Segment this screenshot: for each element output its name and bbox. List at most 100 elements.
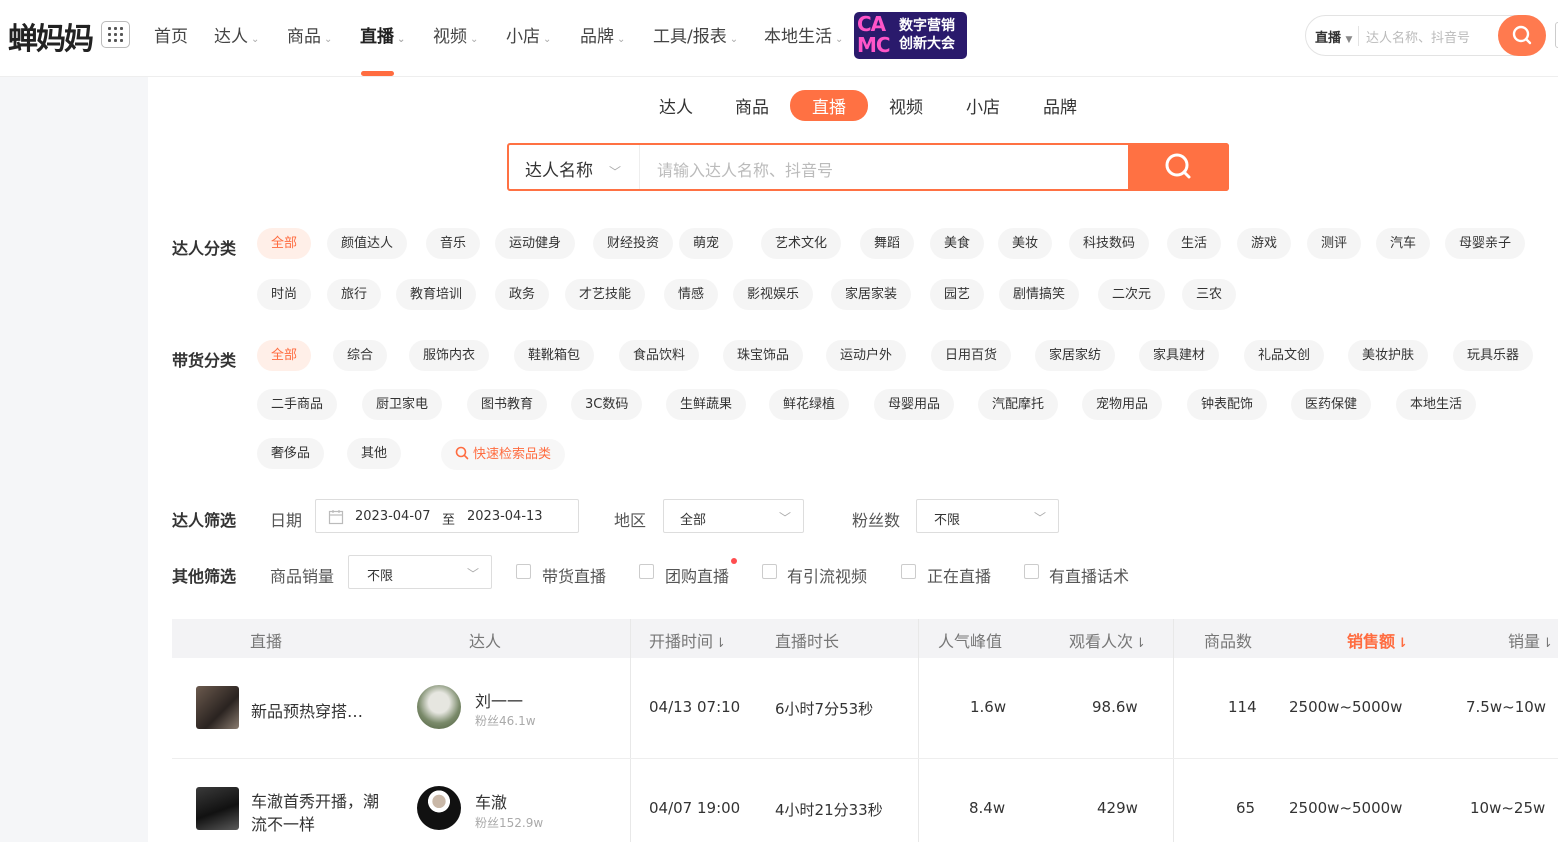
col-sales-amount[interactable]: 销售额 ⇂ [1347, 628, 1408, 652]
nav-item-goods[interactable]: 商品 ⌄ [287, 22, 332, 47]
category-chip[interactable]: 二次元 [1098, 279, 1166, 310]
live-thumbnail[interactable] [196, 787, 239, 830]
camc-banner[interactable]: CA MC 数字营销 创新大会 [854, 12, 967, 59]
checkbox-group-live[interactable] [639, 564, 654, 579]
category-chip[interactable]: 美妆 [998, 228, 1053, 259]
talent-name[interactable]: 刘一一 [475, 688, 523, 712]
top-search-select[interactable]: 直播 ▼ [1315, 27, 1352, 46]
col-views[interactable]: 观看人次 ⇂ [1069, 628, 1146, 652]
sales-select[interactable]: 不限 ﹀ [348, 555, 492, 589]
category-chip[interactable]: 汽车 [1376, 228, 1431, 259]
quick-search-category-button[interactable]: 快速检索品类 [441, 439, 566, 470]
nav-item-video[interactable]: 视频 ⌄ [433, 22, 478, 47]
subtab-goods[interactable]: 商品 [735, 93, 769, 118]
category-chip[interactable]: 汽配摩托 [978, 389, 1059, 420]
category-chip[interactable]: 游戏 [1237, 228, 1292, 259]
category-chip[interactable]: 食品饮料 [619, 340, 700, 371]
category-chip[interactable]: 萌宠 [679, 228, 734, 259]
checkbox-living-now[interactable] [901, 564, 916, 579]
category-chip[interactable]: 3C数码 [571, 389, 643, 420]
nav-item-home[interactable]: 首页 [154, 22, 188, 47]
main-search-button[interactable] [1128, 143, 1229, 191]
category-chip[interactable]: 医药保健 [1291, 389, 1372, 420]
category-chip[interactable]: 音乐 [426, 228, 481, 259]
category-chip[interactable]: 生鲜蔬果 [666, 389, 747, 420]
live-title-line-2[interactable]: 流不一样 [251, 811, 315, 835]
category-chip[interactable]: 美妆护肤 [1348, 340, 1429, 371]
category-chip[interactable]: 全部 [257, 340, 312, 371]
subtab-talent[interactable]: 达人 [659, 93, 693, 118]
main-search-input[interactable]: 请输入达人名称、抖音号 [657, 157, 833, 181]
subtab-video[interactable]: 视频 [889, 93, 923, 118]
category-chip[interactable]: 家具建材 [1139, 340, 1220, 371]
category-chip[interactable]: 测评 [1307, 228, 1362, 259]
subtab-shop[interactable]: 小店 [966, 93, 1000, 118]
category-chip[interactable]: 园艺 [930, 279, 985, 310]
category-chip[interactable]: 政务 [495, 279, 550, 310]
category-chip[interactable]: 礼品文创 [1244, 340, 1325, 371]
category-chip[interactable]: 运动户外 [826, 340, 907, 371]
date-range-picker[interactable]: 2023-04-07 至 2023-04-13 [315, 499, 579, 533]
category-chip[interactable]: 运动健身 [495, 228, 576, 259]
col-sales-volume[interactable]: 销量 ⇂ [1508, 628, 1553, 652]
subtab-brand[interactable]: 品牌 [1043, 93, 1077, 118]
category-chip[interactable]: 影视娱乐 [733, 279, 814, 310]
category-chip[interactable]: 珠宝饰品 [723, 340, 804, 371]
category-chip[interactable]: 厨卫家电 [362, 389, 443, 420]
category-chip[interactable]: 二手商品 [257, 389, 338, 420]
region-select[interactable]: 全部 ﹀ [663, 499, 804, 533]
nav-item-shop[interactable]: 小店 ⌄ [506, 22, 551, 47]
top-search-button[interactable] [1498, 15, 1546, 56]
live-title-line-1[interactable]: 车澈首秀开播，潮 [251, 788, 379, 812]
checkbox-traffic-video[interactable] [762, 564, 777, 579]
category-chip[interactable]: 时尚 [257, 279, 312, 310]
apps-grid-icon[interactable] [101, 21, 130, 48]
subtab-live[interactable]: 直播 [790, 90, 868, 121]
nav-item-brand[interactable]: 品牌 ⌄ [580, 22, 625, 47]
category-chip[interactable]: 颜值达人 [327, 228, 408, 259]
search-type-select[interactable]: 达人名称 ﹀ [525, 156, 621, 181]
category-chip[interactable]: 鞋靴箱包 [514, 340, 595, 371]
checkbox-goods-live[interactable] [516, 564, 531, 579]
category-chip[interactable]: 家居家装 [831, 279, 912, 310]
category-chip[interactable]: 生活 [1167, 228, 1222, 259]
category-chip[interactable]: 艺术文化 [761, 228, 842, 259]
category-chip[interactable]: 舞蹈 [860, 228, 915, 259]
nav-item-live[interactable]: 直播 ⌄ [360, 22, 405, 47]
category-chip[interactable]: 母婴用品 [874, 389, 955, 420]
category-chip[interactable]: 才艺技能 [565, 279, 646, 310]
category-chip[interactable]: 玩具乐器 [1453, 340, 1534, 371]
nav-item-talent[interactable]: 达人 ⌄ [214, 22, 259, 47]
category-chip[interactable]: 三农 [1182, 279, 1237, 310]
avatar[interactable] [417, 786, 461, 830]
category-chip[interactable]: 剧情搞笑 [999, 279, 1080, 310]
category-chip[interactable]: 科技数码 [1069, 228, 1150, 259]
category-chip[interactable]: 日用百货 [931, 340, 1012, 371]
category-chip[interactable]: 宠物用品 [1082, 389, 1163, 420]
category-chip[interactable]: 旅行 [327, 279, 382, 310]
category-chip[interactable]: 钟表配饰 [1187, 389, 1268, 420]
nav-item-local[interactable]: 本地生活 ⌄ [764, 22, 843, 47]
top-search-input[interactable]: 达人名称、抖音号 [1366, 27, 1470, 46]
category-chip[interactable]: 全部 [257, 228, 312, 259]
col-start-time[interactable]: 开播时间 ⇂ [649, 628, 726, 652]
category-chip[interactable]: 财经投资 [593, 228, 674, 259]
logo[interactable]: 蝉妈妈 [8, 14, 94, 58]
fans-select[interactable]: 不限 ﹀ [916, 499, 1059, 533]
avatar[interactable] [417, 685, 461, 729]
category-chip[interactable]: 图书教育 [467, 389, 548, 420]
nav-item-tools[interactable]: 工具/报表 ⌄ [653, 22, 738, 47]
category-chip[interactable]: 本地生活 [1396, 389, 1477, 420]
category-chip[interactable]: 家居家纺 [1035, 340, 1116, 371]
category-chip[interactable]: 母婴亲子 [1445, 228, 1526, 259]
category-chip[interactable]: 鲜花绿植 [769, 389, 850, 420]
talent-name[interactable]: 车澈 [475, 789, 507, 813]
category-chip[interactable]: 情感 [664, 279, 719, 310]
category-chip[interactable]: 奢侈品 [257, 438, 325, 469]
category-chip[interactable]: 服饰内衣 [409, 340, 490, 371]
live-title[interactable]: 新品预热穿搭… [251, 698, 363, 722]
category-chip[interactable]: 美食 [930, 228, 985, 259]
category-chip[interactable]: 综合 [333, 340, 388, 371]
category-chip[interactable]: 教育培训 [396, 279, 477, 310]
category-chip[interactable]: 其他 [347, 438, 402, 469]
